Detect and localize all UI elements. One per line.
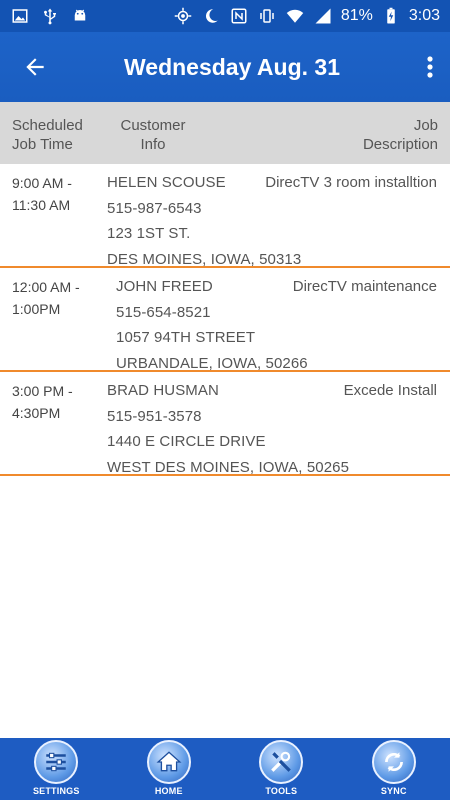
table-header: Scheduled Job Time Customer Info Job Des… (0, 102, 450, 164)
nav-home[interactable]: HOME (124, 738, 214, 800)
customer-city: WEST DES MOINES, IOWA, 50265 (107, 458, 350, 476)
nav-tools[interactable]: TOOLS (236, 738, 326, 800)
overflow-menu-button[interactable] (410, 32, 450, 102)
nav-settings-label: SETTINGS (32, 786, 80, 796)
nav-settings[interactable]: SETTINGS (11, 738, 101, 800)
job-description: DirecTV maintenance (292, 278, 437, 295)
column-header-job-description: Job Description (362, 117, 438, 153)
customer-phone: 515-951-3578 (107, 407, 202, 425)
battery-percent: 81% (340, 7, 373, 24)
app-screen: 81% 3:03 Wednesday Aug. 31 Scheduled Job… (0, 0, 450, 800)
job-time: 9:00 AM - 11:30 AM (12, 175, 72, 213)
settings-sliders-icon (34, 740, 79, 784)
job-list: 9:00 AM - 11:30 AM HELEN SCOUSE 515-987-… (0, 164, 450, 476)
tools-icon (259, 740, 304, 784)
sync-icon (371, 740, 416, 784)
column-header-customer-info: Customer Info (120, 117, 186, 153)
more-vert-icon (427, 56, 433, 78)
signal-icon (313, 6, 333, 26)
arrow-back-icon (26, 58, 44, 76)
job-time: 3:00 PM - 4:30PM (12, 383, 73, 421)
moon-icon (201, 6, 221, 26)
customer-info: BRAD HUSMAN 515-951-3578 1440 E CIRCLE D… (107, 378, 349, 480)
nav-tools-label: TOOLS (265, 786, 298, 796)
status-bar: 81% 3:03 (0, 0, 450, 32)
gps-icon (173, 6, 193, 26)
job-description: Excede Install (343, 382, 437, 399)
job-row[interactable]: 9:00 AM - 11:30 AM HELEN SCOUSE 515-987-… (0, 164, 450, 268)
wifi-icon (285, 6, 305, 26)
home-icon (146, 740, 191, 784)
customer-info: JOHN FREED 515-654-8521 1057 94TH STREET… (116, 274, 308, 376)
job-time: 12:00 AM - 1:00PM (12, 279, 80, 317)
image-icon (10, 6, 30, 26)
job-row[interactable]: 3:00 PM - 4:30PM BRAD HUSMAN 515-951-357… (0, 372, 450, 476)
customer-name: BRAD HUSMAN (107, 382, 219, 399)
customer-street: 1440 E CIRCLE DRIVE (107, 433, 266, 450)
nav-sync-label: SYNC (380, 786, 407, 796)
nav-sync[interactable]: SYNC (349, 738, 439, 800)
app-bar: Wednesday Aug. 31 (0, 32, 450, 102)
vibrate-icon (257, 6, 277, 26)
usb-icon (40, 6, 60, 26)
customer-phone: 515-654-8521 (116, 303, 211, 321)
job-row[interactable]: 12:00 AM - 1:00PM JOHN FREED 515-654-852… (0, 268, 450, 372)
android-icon (70, 6, 90, 26)
customer-phone: 515-987-6543 (107, 199, 202, 217)
status-time: 3:03 (408, 7, 440, 24)
nav-home-label: HOME (154, 786, 183, 796)
bottom-nav: SETTINGS HOME TOOLS SYNC (0, 738, 450, 800)
job-description: DirecTV 3 room installtion (265, 174, 437, 191)
customer-name: JOHN FREED (116, 278, 213, 295)
battery-charging-icon (381, 6, 401, 26)
column-header-job-time: Scheduled Job Time (12, 117, 83, 153)
customer-street: 1057 94TH STREET (116, 329, 256, 346)
page-title: Wednesday Aug. 31 (123, 53, 340, 80)
customer-street: 123 1ST ST. (107, 225, 191, 242)
nfc-icon (229, 6, 249, 26)
